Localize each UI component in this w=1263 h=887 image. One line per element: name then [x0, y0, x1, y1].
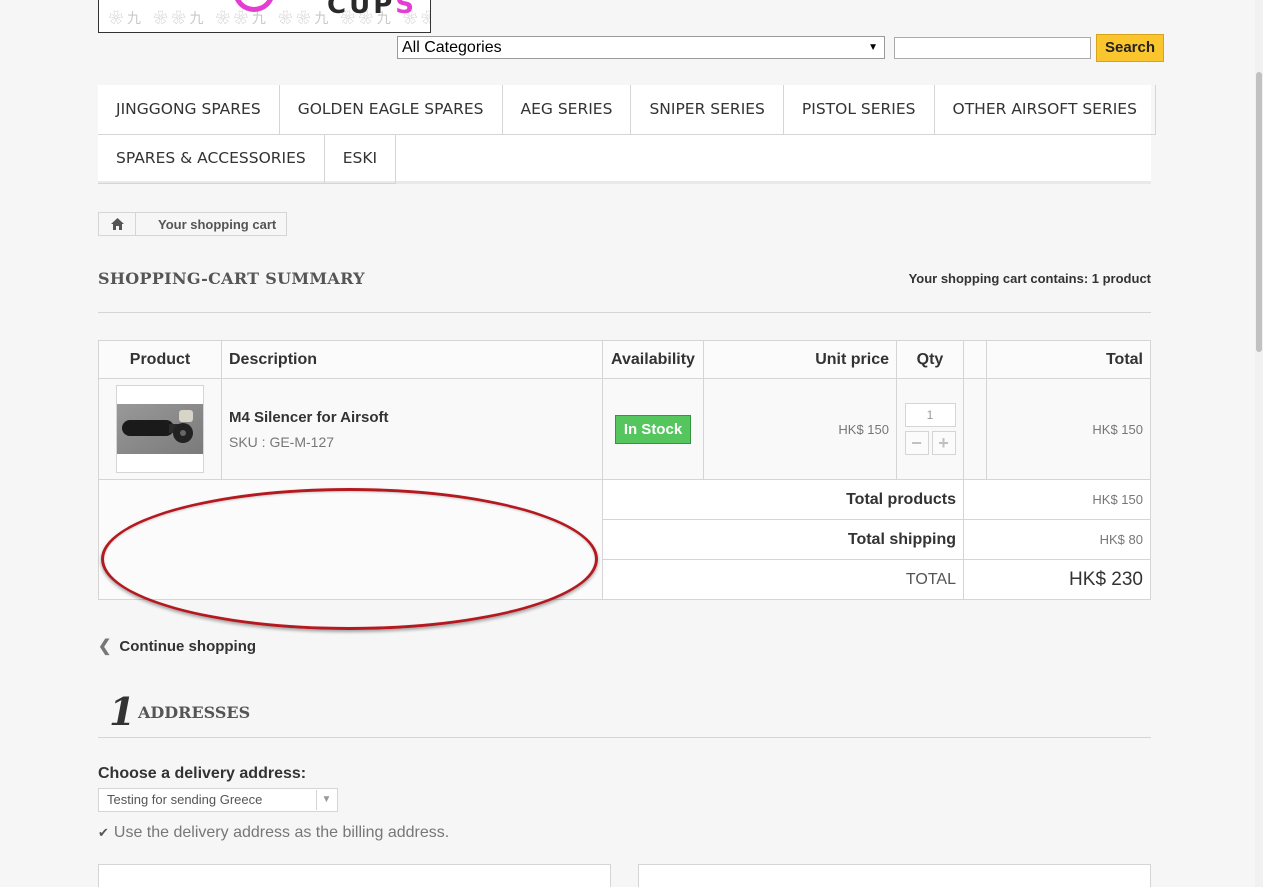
minus-icon: − [911, 433, 922, 453]
checkmark-icon: ✔ [98, 825, 109, 840]
col-total: Total [986, 340, 1151, 379]
cart-header-row: Product Description Availability Unit pr… [98, 340, 1151, 379]
product-image-cell [98, 378, 222, 480]
delivery-address-select[interactable]: Testing for sending Greece ▼ [98, 788, 338, 812]
total-value: HK$ 230 [963, 559, 1151, 600]
chevron-down-icon: ▼ [316, 790, 336, 810]
cart-table: Product Description Availability Unit pr… [98, 340, 1151, 600]
total-products-label: Total products [602, 479, 964, 520]
breadcrumb-current: Your shopping cart [158, 216, 277, 232]
breadcrumb-home[interactable] [99, 213, 136, 235]
unit-price: HK$ 150 [703, 378, 897, 480]
delivery-address-label: Choose a delivery address: [98, 765, 307, 782]
menu-item-eski[interactable]: ESKI [324, 134, 397, 184]
menu-item-spares-accessories[interactable]: SPARES & ACCESSORIES [98, 134, 325, 184]
col-delete [963, 340, 987, 379]
main-menu: JINGGONG SPARES GOLDEN EAGLE SPARES AEG … [98, 85, 1156, 184]
qty-cell: 1 − + [896, 378, 964, 480]
dropdown-arrow-icon: ▼ [868, 42, 878, 53]
menu-item-aeg-series[interactable]: AEG SERIES [502, 85, 632, 135]
col-unit-price: Unit price [703, 340, 897, 379]
breadcrumb: Your shopping cart [98, 212, 288, 236]
col-product: Product [98, 340, 222, 379]
page-title: SHOPPING-CART SUMMARY [98, 269, 365, 288]
plus-icon: + [938, 433, 949, 453]
scrollbar-thumb[interactable] [1256, 72, 1262, 352]
total-shipping-label: Total shipping [602, 519, 964, 560]
status-badge: In Stock [614, 414, 692, 444]
silencer-image [117, 404, 203, 454]
table-row: M4 Silencer for Airsoft SKU : GE-M-127 I… [98, 378, 1151, 480]
site-logo[interactable]: ❀九 ❀❀九 ❀❀九 ❀❀九 ❀❀九 ❀❀九 CUPS [98, 0, 431, 33]
total-shipping-value: HK$ 80 [963, 519, 1151, 560]
col-description: Description [221, 340, 603, 379]
qty-increase-button[interactable]: + [931, 431, 956, 455]
product-description-cell: M4 Silencer for Airsoft SKU : GE-M-127 [221, 378, 603, 480]
product-image[interactable] [116, 385, 204, 473]
page-scrollbar[interactable] [1255, 0, 1263, 887]
cart-count: Your shopping cart contains: 1 product [908, 271, 1151, 286]
same-billing-checkbox[interactable]: ✔ Use the delivery address as the billin… [98, 824, 449, 842]
billing-address-box [638, 864, 1151, 887]
product-sku: SKU : GE-M-127 [229, 433, 335, 450]
home-icon [110, 218, 124, 230]
total-products-value: HK$ 150 [963, 479, 1151, 520]
divider [98, 312, 1151, 313]
menu-item-sniper-series[interactable]: SNIPER SERIES [631, 85, 784, 135]
category-select[interactable]: All Categories ▼ [397, 36, 885, 59]
summary-row-products: Total products HK$ 150 [98, 479, 1151, 600]
menu-item-jinggong-spares[interactable]: JINGGONG SPARES [98, 85, 280, 135]
availability-cell: In Stock [602, 378, 704, 480]
total-label: TOTAL [602, 559, 964, 600]
delete-cell[interactable] [963, 378, 987, 480]
divider [98, 737, 1151, 738]
product-name[interactable]: M4 Silencer for Airsoft [222, 409, 602, 426]
menu-item-other-airsoft-series[interactable]: OTHER AIRSOFT SERIES [934, 85, 1156, 135]
step-number: 1 [109, 689, 136, 734]
continue-shopping-link[interactable]: ❮ Continue shopping [98, 636, 256, 656]
delivery-address-box [98, 864, 611, 887]
col-qty: Qty [896, 340, 964, 379]
menu-item-golden-eagle-spares[interactable]: GOLDEN EAGLE SPARES [279, 85, 503, 135]
search-button[interactable]: Search [1096, 34, 1164, 62]
quantity-input[interactable]: 1 [904, 403, 956, 427]
search-input[interactable] [894, 37, 1091, 59]
qty-decrease-button[interactable]: − [904, 431, 929, 455]
menu-item-pistol-series[interactable]: PISTOL SERIES [783, 85, 935, 135]
chevron-left-icon: ❮ [98, 638, 112, 655]
line-total: HK$ 150 [986, 378, 1151, 480]
voucher-area [98, 479, 603, 600]
col-availability: Availability [602, 340, 704, 379]
step-title: ADDRESSES [138, 703, 251, 722]
logo-text: CUPS [327, 0, 417, 20]
